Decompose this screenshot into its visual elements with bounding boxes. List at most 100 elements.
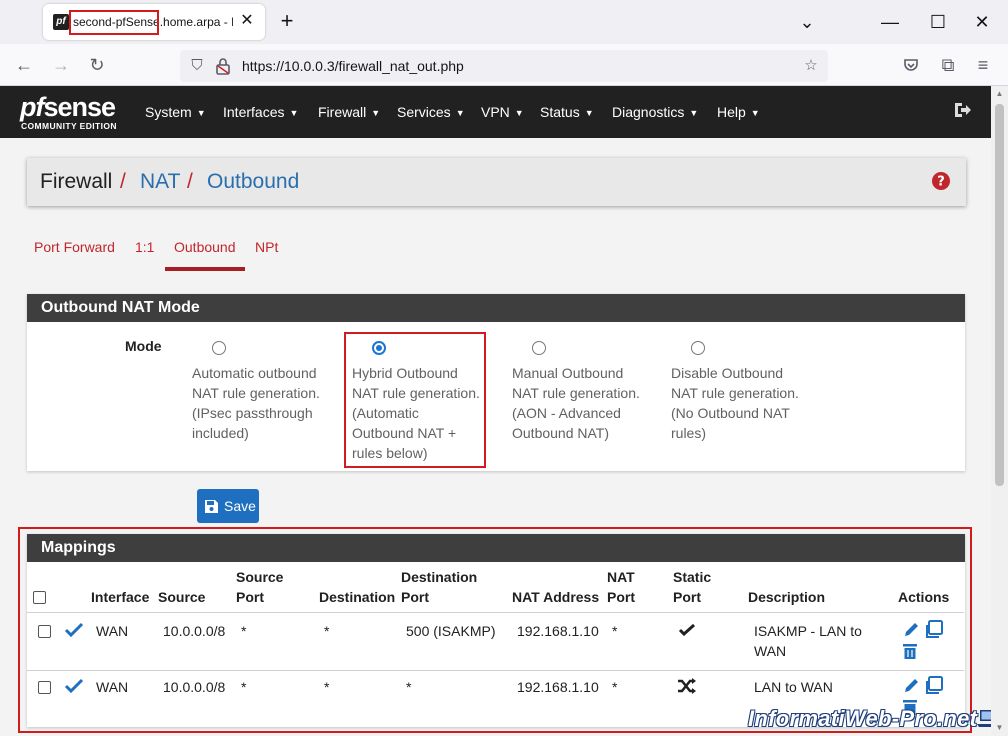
col-line: Port	[236, 589, 264, 605]
svg-text:?: ?	[937, 175, 945, 190]
logout-icon[interactable]	[952, 100, 972, 120]
menu-system[interactable]: System ▼	[145, 86, 206, 138]
col-line: Source	[236, 569, 284, 585]
annotation-highlight-hostname	[69, 10, 159, 35]
cell-description: LAN to WAN	[754, 677, 833, 697]
edit-icon[interactable]	[902, 677, 920, 695]
menu-diagnostics[interactable]: Diagnostics ▼	[612, 86, 698, 138]
menu-diagnostics-label: Diagnostics	[612, 104, 685, 120]
col-actions: Actions	[898, 589, 950, 605]
star-icon[interactable]: ☆	[802, 57, 820, 75]
col-destination: Destination	[319, 589, 396, 605]
tab-outbound[interactable]: Outbound	[174, 239, 236, 255]
menu-services[interactable]: Services ▼	[397, 86, 465, 138]
save-icon	[205, 500, 218, 513]
cell-destination: *	[324, 623, 330, 639]
url-text: https://10.0.0.3/firewall_nat_out.php	[242, 58, 464, 74]
tab-port-forward[interactable]: Port Forward	[34, 239, 115, 255]
pfsense-navbar: pfsense COMMUNITY EDITION System ▼ Interf…	[0, 86, 991, 138]
mode-disable-text[interactable]: Disable Outbound NAT rule generation. (N…	[671, 363, 811, 443]
caret-down-icon: ▼	[689, 108, 699, 118]
radio-automatic[interactable]	[212, 341, 226, 355]
cell-destination-port: *	[406, 679, 412, 695]
minimize-icon[interactable]: —	[880, 12, 900, 32]
shield-icon[interactable]: ⛉	[188, 57, 206, 75]
tab-one-to-one[interactable]: 1:1	[135, 239, 154, 255]
menu-icon[interactable]: ≡	[971, 53, 995, 77]
cell-source: 10.0.0.0/8	[163, 679, 226, 695]
menu-services-label: Services	[397, 104, 451, 120]
caret-down-icon: ▼	[289, 108, 299, 118]
address-bar[interactable]: ⛉ https://10.0.0.3/firewall_nat_out.php …	[180, 50, 828, 82]
pfsense-logo[interactable]: pfsense COMMUNITY EDITION	[20, 92, 128, 132]
menu-firewall[interactable]: Firewall ▼	[318, 86, 380, 138]
mode-label: Mode	[125, 338, 162, 354]
new-tab-icon[interactable]: +	[276, 10, 298, 33]
mode-automatic-text[interactable]: Automatic outbound NAT rule generation. …	[192, 363, 332, 443]
enabled-check-icon[interactable]	[64, 678, 84, 694]
caret-down-icon: ▼	[750, 108, 760, 118]
breadcrumb-nat[interactable]: NAT	[140, 170, 180, 194]
page-scrollbar[interactable]: ▲ ▼	[991, 86, 1008, 736]
row-divider	[27, 670, 964, 671]
select-all-checkbox[interactable]	[33, 591, 46, 604]
mode-text-line: included)	[192, 425, 249, 441]
col-line: Destination	[401, 569, 478, 585]
menu-firewall-label: Firewall	[318, 104, 367, 120]
enabled-check-icon[interactable]	[64, 622, 84, 638]
menu-interfaces-label: Interfaces	[223, 104, 285, 120]
scrollbar-thumb[interactable]	[995, 104, 1004, 486]
radio-disable[interactable]	[691, 341, 705, 355]
menu-interfaces[interactable]: Interfaces ▼	[223, 86, 298, 138]
reload-icon[interactable]: ↻	[85, 53, 109, 77]
scroll-down-icon[interactable]: ▼	[991, 720, 1008, 736]
back-icon[interactable]: ←	[12, 53, 36, 77]
caret-down-icon: ▼	[514, 108, 524, 118]
save-label: Save	[224, 498, 256, 514]
maximize-icon[interactable]: ☐	[928, 12, 948, 32]
mode-manual-text[interactable]: Manual Outbound NAT rule generation. (AO…	[512, 363, 652, 443]
copy-icon[interactable]	[924, 620, 943, 639]
extensions-icon[interactable]: ⧉	[936, 53, 960, 77]
cell-source-port: *	[241, 623, 247, 639]
col-source-port: Source Port	[236, 567, 283, 607]
row-checkbox[interactable]	[38, 681, 51, 694]
row-checkbox[interactable]	[38, 625, 51, 638]
row-divider	[27, 612, 964, 613]
breadcrumb-outbound[interactable]: Outbound	[207, 170, 299, 194]
cell-nat-address: 192.168.1.10	[517, 679, 599, 695]
tab-npt[interactable]: NPt	[255, 239, 278, 255]
breadcrumb-firewall: Firewall	[40, 170, 113, 193]
cell-interface: WAN	[96, 623, 129, 639]
help-icon[interactable]: ?	[932, 172, 950, 190]
col-line: Port	[401, 589, 429, 605]
cell-source: 10.0.0.0/8	[163, 623, 226, 639]
desc-line: ISAKMP - LAN to	[754, 623, 862, 639]
menu-vpn[interactable]: VPN ▼	[481, 86, 524, 138]
delete-icon[interactable]	[902, 643, 918, 660]
pocket-icon[interactable]	[899, 53, 923, 77]
cell-destination: *	[324, 679, 330, 695]
edit-icon[interactable]	[902, 621, 920, 639]
lock-icon[interactable]	[214, 57, 232, 75]
list-tabs-icon[interactable]: ⌄	[797, 12, 817, 32]
mode-text-line: (No Outbound NAT	[671, 405, 790, 421]
scroll-up-icon[interactable]: ▲	[991, 86, 1008, 102]
outbound-nat-mode-panel: Outbound NAT Mode	[27, 294, 965, 471]
menu-status[interactable]: Status ▼	[540, 86, 594, 138]
radio-manual[interactable]	[532, 341, 546, 355]
mode-text-line: (AON - Advanced	[512, 405, 621, 421]
menu-help[interactable]: Help ▼	[717, 86, 760, 138]
tab-close-icon[interactable]: ✕	[239, 13, 255, 29]
shuffle-icon	[678, 678, 696, 694]
cell-destination-port: 500 (ISAKMP)	[406, 623, 496, 639]
save-button[interactable]: Save	[197, 489, 259, 523]
mode-text-line: Manual Outbound	[512, 365, 624, 381]
close-window-icon[interactable]: ✕	[972, 12, 992, 32]
forward-icon[interactable]: →	[49, 53, 73, 77]
mode-text-line: NAT rule generation.	[512, 385, 640, 401]
caret-down-icon: ▼	[196, 108, 206, 118]
mode-text-line: NAT rule generation.	[192, 385, 320, 401]
copy-icon[interactable]	[924, 676, 943, 695]
col-line: Static	[673, 569, 712, 585]
